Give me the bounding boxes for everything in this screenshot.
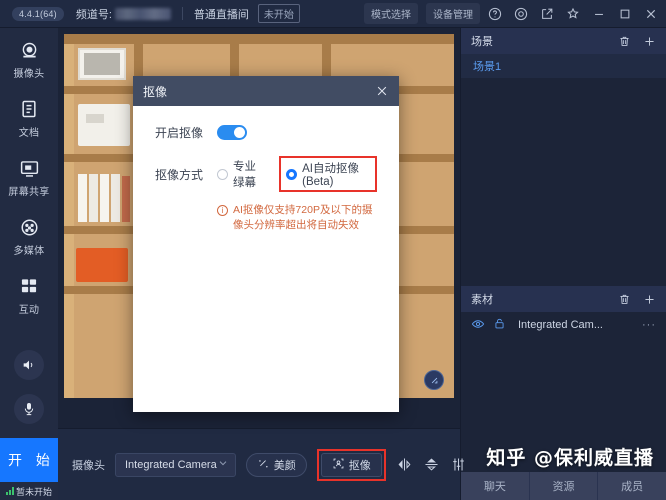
beauty-button[interactable]: 美颜 <box>245 452 307 477</box>
radio-icon-selected <box>286 168 298 180</box>
camera-select-value: Integrated Camera <box>125 458 217 471</box>
status-text: 暂未开始 <box>15 486 52 497</box>
toggle-knob <box>234 127 245 138</box>
scene-panel-header: 场景 <box>461 28 666 54</box>
flip-vertical-icon[interactable] <box>423 453 440 477</box>
unlock-icon[interactable] <box>493 317 506 333</box>
radio-green-screen-label: 专业绿幕 <box>233 161 256 189</box>
start-button[interactable]: 开 始 <box>0 438 58 482</box>
mode-select-button[interactable]: 模式选择 <box>364 3 418 24</box>
pin-icon[interactable] <box>562 3 584 25</box>
screen-share-icon <box>19 157 40 179</box>
enable-keying-label: 开启抠像 <box>155 126 204 140</box>
close-icon[interactable] <box>375 84 389 98</box>
scene-list-body <box>461 78 666 286</box>
keying-button-label: 抠像 <box>348 459 371 472</box>
room-type-label: 普通直播间 <box>193 8 249 21</box>
external-link-icon[interactable] <box>536 3 558 25</box>
beauty-button-label: 美颜 <box>273 459 296 472</box>
channel-value-masked <box>114 7 171 20</box>
person-crop-icon <box>332 457 345 473</box>
asset-name-label: Integrated Cam... <box>518 319 603 331</box>
radio-icon <box>217 168 228 180</box>
target-icon[interactable] <box>510 3 532 25</box>
document-icon <box>19 98 39 120</box>
speaker-icon[interactable] <box>14 350 44 380</box>
title-bar: 4.4.1(64) 频道号: 普通直播间 未开始 模式选择 设备管理 <box>0 0 666 28</box>
asset-panel-header: 素材 <box>461 286 666 312</box>
bottom-toolbar: 摄像头 Integrated Camera 美颜 抠像 <box>58 428 464 500</box>
close-icon[interactable] <box>640 3 662 25</box>
info-icon: i <box>217 205 228 216</box>
device-manage-button[interactable]: 设备管理 <box>426 3 480 24</box>
asset-list-item[interactable]: Integrated Cam... ··· <box>461 312 666 338</box>
keying-warning-text: AI抠像仅支持720P及以下的摄像头分辨率超出将自动失效 <box>233 204 373 232</box>
camera-select[interactable]: Integrated Camera <box>115 452 236 477</box>
keying-button[interactable]: 抠像 <box>320 452 382 477</box>
tab-resources[interactable]: 资源 <box>529 472 599 500</box>
asset-panel-title: 素材 <box>471 294 493 306</box>
scene-item-label: 场景1 <box>473 61 502 73</box>
eye-icon[interactable] <box>471 317 485 334</box>
channel-label-text: 频道号: <box>75 8 112 21</box>
tab-chat[interactable]: 聊天 <box>461 472 530 500</box>
maximize-icon[interactable] <box>614 3 636 25</box>
radio-green-screen[interactable]: 专业绿幕 <box>217 158 265 190</box>
sidebar-item-camera[interactable]: 摄像头 <box>0 28 58 87</box>
resize-handle-icon[interactable] <box>424 370 444 390</box>
scene-list-item[interactable]: 场景1 <box>461 54 666 78</box>
radio-ai-keying-label: AI自动抠像(Beta) <box>302 163 359 188</box>
status-bar: 暂未开始 <box>0 482 58 500</box>
bottom-tabs: 聊天 资源 成员 <box>460 472 666 500</box>
minimize-icon[interactable] <box>588 3 610 25</box>
sidebar-item-screen-share[interactable]: 屏幕共享 <box>0 146 58 205</box>
version-badge: 4.4.1(64) <box>12 6 64 21</box>
left-sidebar: 摄像头 文档 屏幕共享 多媒体 互动 开 始 暂未开始 <box>0 28 58 500</box>
keying-modal: 抠像 开启抠像 抠像方式 专业绿幕 AI自动抠像(Beta) i AI抠像仅支持… <box>133 76 399 412</box>
keying-mode-row: 抠像方式 专业绿幕 AI自动抠像(Beta) <box>155 156 377 192</box>
enable-keying-toggle[interactable] <box>217 125 247 140</box>
trash-icon[interactable] <box>618 293 631 306</box>
modal-title: 抠像 <box>143 84 168 99</box>
enable-keying-row: 开启抠像 <box>155 124 377 141</box>
plus-icon[interactable] <box>643 293 656 306</box>
multimedia-icon <box>19 216 40 238</box>
title-divider <box>181 7 183 20</box>
sparkle-icon <box>257 457 270 473</box>
interaction-icon <box>19 275 39 297</box>
microphone-icon[interactable] <box>14 394 44 424</box>
room-status-badge: 未开始 <box>257 4 300 23</box>
scene-panel-title: 场景 <box>471 36 493 48</box>
sidebar-item-label: 互动 <box>18 305 40 316</box>
channel-label: 频道号: <box>76 6 171 22</box>
keying-warning: i AI抠像仅支持720P及以下的摄像头分辨率超出将自动失效 <box>217 203 377 233</box>
radio-ai-keying[interactable]: AI自动抠像(Beta) <box>286 160 367 188</box>
watermark: 知乎 @保利威直播 <box>486 447 654 469</box>
sidebar-item-label: 屏幕共享 <box>8 187 50 198</box>
keying-mode-label: 抠像方式 <box>155 167 204 182</box>
app-window: 4.4.1(64) 频道号: 普通直播间 未开始 模式选择 设备管理 摄像头 文… <box>0 0 666 500</box>
sidebar-item-multimedia[interactable]: 多媒体 <box>0 205 58 264</box>
sidebar-item-document[interactable]: 文档 <box>0 87 58 146</box>
modal-header: 抠像 <box>133 76 399 106</box>
asset-menu-icon[interactable]: ··· <box>642 319 656 331</box>
camera-label: 摄像头 <box>72 459 105 472</box>
flip-horizontal-icon[interactable] <box>396 453 413 477</box>
plus-icon[interactable] <box>643 35 656 48</box>
help-circle-icon[interactable] <box>484 3 506 25</box>
tab-members[interactable]: 成员 <box>598 472 666 500</box>
keying-button-highlight: 抠像 <box>316 448 386 481</box>
modal-body: 开启抠像 抠像方式 专业绿幕 AI自动抠像(Beta) i AI抠像仅支持720… <box>133 106 399 233</box>
signal-icon <box>5 487 14 495</box>
camera-icon <box>19 39 40 61</box>
sidebar-item-label: 摄像头 <box>13 69 45 80</box>
sidebar-item-label: 文档 <box>18 128 40 139</box>
right-panel: 场景 场景1 素材 Integrated Cam... ··· <box>460 28 666 472</box>
ai-keying-highlight: AI自动抠像(Beta) <box>279 156 377 192</box>
sidebar-item-label: 多媒体 <box>13 246 45 257</box>
trash-icon[interactable] <box>618 35 631 48</box>
chevron-down-icon <box>217 457 229 472</box>
sidebar-item-interaction[interactable]: 互动 <box>0 264 58 323</box>
